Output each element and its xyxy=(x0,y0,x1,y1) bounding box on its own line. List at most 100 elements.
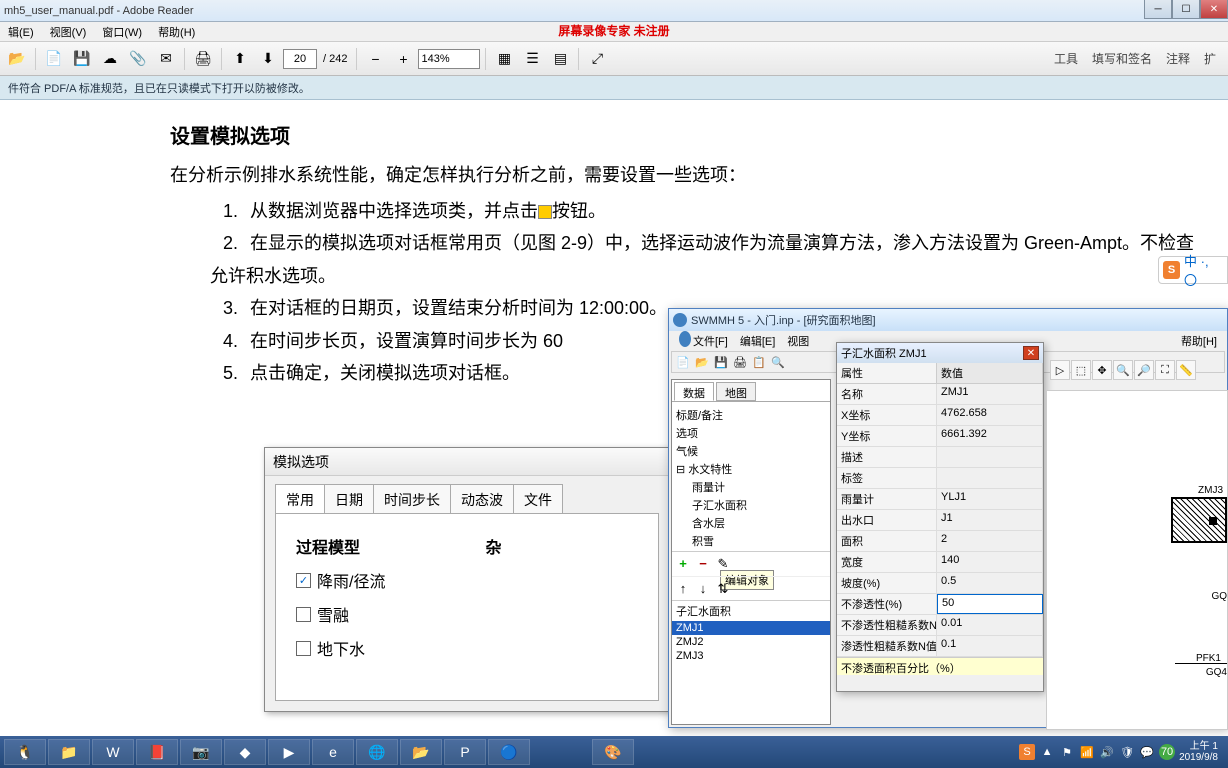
copy-icon[interactable]: 📋 xyxy=(750,353,768,371)
video-icon[interactable]: ▶ xyxy=(268,739,310,765)
mail-icon[interactable]: ✉ xyxy=(153,46,179,72)
ime-indicator[interactable]: S 中 ·, 〇 xyxy=(1158,256,1228,284)
swmm-menu-view[interactable]: 视图 xyxy=(781,331,815,351)
open-icon[interactable]: 📂 xyxy=(4,46,30,72)
conduit-line[interactable] xyxy=(1175,663,1227,664)
export-icon[interactable]: 📄 xyxy=(41,46,67,72)
browser-icon[interactable]: 🌐 xyxy=(356,739,398,765)
data-tree[interactable]: 标题/备注 选项 气候 ⊟ 水文特性 雨量计 子汇水面积 含水层 积雪 xyxy=(672,402,830,552)
open-icon[interactable]: 📂 xyxy=(693,353,711,371)
camera-icon[interactable]: 📷 xyxy=(180,739,222,765)
tab-general[interactable]: 常用 xyxy=(275,484,325,514)
tab-dynamic[interactable]: 动态波 xyxy=(450,484,514,514)
extend-link[interactable]: 扩 xyxy=(1204,50,1216,67)
list-item[interactable]: ZMJ2 xyxy=(672,635,830,649)
tree-item[interactable]: 积雪 xyxy=(676,532,826,550)
menu-help[interactable]: 帮助(H) xyxy=(150,22,203,41)
tray-battery-icon[interactable]: 70 xyxy=(1159,744,1175,760)
folder-icon[interactable]: 📂 xyxy=(400,739,442,765)
ie-icon[interactable]: e xyxy=(312,739,354,765)
ppt-icon[interactable]: P xyxy=(444,739,486,765)
word-icon[interactable]: W xyxy=(92,739,134,765)
pan-icon[interactable]: ✥ xyxy=(1092,360,1112,380)
up-icon[interactable]: ↑ xyxy=(676,582,690,596)
rainfall-checkbox-row[interactable]: ✓降雨/径流 xyxy=(296,568,385,592)
tab-timesteps[interactable]: 时间步长 xyxy=(373,484,451,514)
menu-window[interactable]: 窗口(W) xyxy=(94,22,150,41)
list-item[interactable]: ZMJ3 xyxy=(672,649,830,663)
tray-up-icon[interactable]: ▲ xyxy=(1039,744,1055,760)
node-icon[interactable] xyxy=(1209,517,1217,525)
find-icon[interactable]: 🔍 xyxy=(769,353,787,371)
tree-item[interactable]: 标题/备注 xyxy=(676,406,826,424)
measure-icon[interactable]: 📏 xyxy=(1176,360,1196,380)
save-icon[interactable]: 💾 xyxy=(69,46,95,72)
print-icon[interactable]: 🖨 xyxy=(190,46,216,72)
subcatchment-shape[interactable] xyxy=(1171,497,1227,543)
list-item[interactable]: ZMJ1 xyxy=(672,621,830,635)
swmm-menu-file[interactable]: 文件[F] xyxy=(687,331,734,351)
new-icon[interactable]: 📄 xyxy=(674,353,692,371)
groundwater-checkbox-row[interactable]: 地下水 xyxy=(296,636,385,660)
save-icon[interactable]: 💾 xyxy=(712,353,730,371)
down-icon[interactable]: ↓ xyxy=(696,582,710,596)
tree-item[interactable]: 含水层 xyxy=(676,514,826,532)
tools-link[interactable]: 工具 xyxy=(1054,50,1078,67)
swmm-menu-help[interactable]: 帮助[H] xyxy=(1175,331,1223,351)
sort-icon[interactable]: ⇅ xyxy=(716,582,730,596)
map-canvas[interactable]: ZMJ3 GQ PFK1 GQ4 xyxy=(1046,390,1228,730)
close-button[interactable]: ✕ xyxy=(1200,0,1228,19)
fill-sign-link[interactable]: 填写和签名 xyxy=(1092,50,1152,67)
print-icon[interactable]: 🖨 xyxy=(731,353,749,371)
zoomin-icon[interactable]: 🔍 xyxy=(1113,360,1133,380)
fullscreen-icon[interactable]: ⤢ xyxy=(584,46,610,72)
tray-vol-icon[interactable]: 🔊 xyxy=(1099,744,1115,760)
close-icon[interactable]: ✕ xyxy=(1023,346,1039,360)
tab-files[interactable]: 文件 xyxy=(513,484,563,514)
tray-flag-icon[interactable]: ⚑ xyxy=(1059,744,1075,760)
clock[interactable]: 上午 1 2019/9/8 xyxy=(1179,741,1218,763)
tool1-icon[interactable]: ▦ xyxy=(491,46,517,72)
maximize-button[interactable]: ☐ xyxy=(1172,0,1200,19)
attach-icon[interactable]: 📎 xyxy=(125,46,151,72)
swmm-menu-edit[interactable]: 编辑[E] xyxy=(734,331,781,351)
data-tab[interactable]: 数据 xyxy=(674,382,714,401)
cloud-icon[interactable]: ☁ xyxy=(97,46,123,72)
edit-icon[interactable]: ✎ xyxy=(716,557,730,571)
swmm-task-icon[interactable]: 🔵 xyxy=(488,739,530,765)
tree-item[interactable]: 气候 xyxy=(676,442,826,460)
tray-msg-icon[interactable]: 💬 xyxy=(1139,744,1155,760)
tool2-icon[interactable]: ☰ xyxy=(519,46,545,72)
comment-link[interactable]: 注释 xyxy=(1166,50,1190,67)
menu-view[interactable]: 视图(V) xyxy=(42,22,95,41)
page-input[interactable] xyxy=(283,49,317,69)
tree-item[interactable]: 子汇水面积 xyxy=(676,496,826,514)
explorer-icon[interactable]: 📁 xyxy=(48,739,90,765)
select-icon[interactable]: ⬚ xyxy=(1071,360,1091,380)
prev-page-icon[interactable]: ⬆ xyxy=(227,46,253,72)
extent-icon[interactable]: ⛶ xyxy=(1155,360,1175,380)
zoom-in-icon[interactable]: + xyxy=(390,46,416,72)
snowmelt-checkbox-row[interactable]: 雪融 xyxy=(296,602,385,626)
tray-sogou-icon[interactable]: S xyxy=(1019,744,1035,760)
pdf-task-icon[interactable]: 📕 xyxy=(136,739,178,765)
remove-icon[interactable]: − xyxy=(696,557,710,571)
map-tab[interactable]: 地图 xyxy=(716,382,756,401)
add-icon[interactable]: + xyxy=(676,557,690,571)
zoomout-icon[interactable]: 🔎 xyxy=(1134,360,1154,380)
app-icon[interactable]: ◆ xyxy=(224,739,266,765)
zoom-out-icon[interactable]: − xyxy=(362,46,388,72)
tool3-icon[interactable]: ▤ xyxy=(547,46,573,72)
pointer-icon[interactable]: ▷ xyxy=(1050,360,1070,380)
tab-dates[interactable]: 日期 xyxy=(324,484,374,514)
tree-item[interactable]: 选项 xyxy=(676,424,826,442)
menu-edit[interactable]: 辑(E) xyxy=(0,22,42,41)
paint-icon[interactable]: 🎨 xyxy=(592,739,634,765)
tree-item[interactable]: 雨量计 xyxy=(676,478,826,496)
minimize-button[interactable]: ─ xyxy=(1144,0,1172,19)
tray-shield-icon[interactable]: 🛡 xyxy=(1119,744,1135,760)
tray-net-icon[interactable]: 📶 xyxy=(1079,744,1095,760)
next-page-icon[interactable]: ⬇ xyxy=(255,46,281,72)
qq-icon[interactable]: 🐧 xyxy=(4,739,46,765)
zoom-select[interactable] xyxy=(418,49,480,69)
